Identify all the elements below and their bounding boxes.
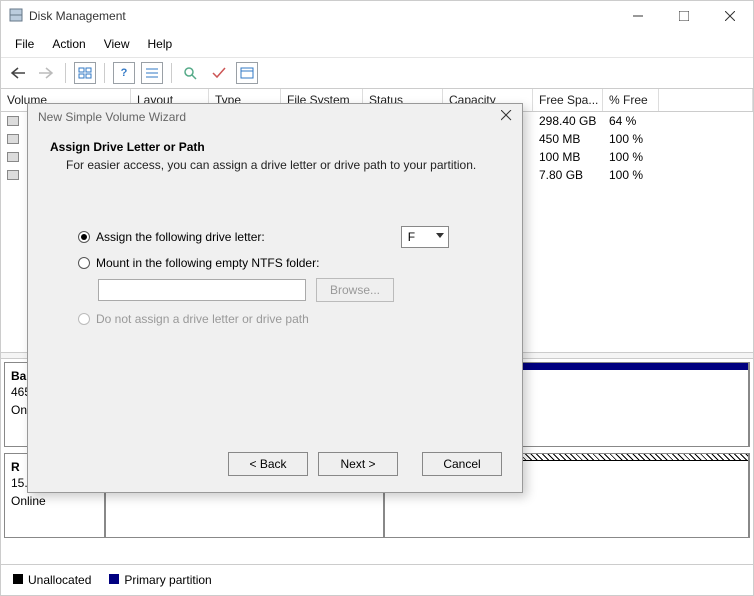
legend-unallocated: Unallocated	[13, 573, 91, 587]
dialog-header: Assign Drive Letter or Path For easier a…	[28, 130, 522, 186]
titlebar: Disk Management	[1, 1, 753, 31]
volume-icon	[7, 170, 19, 180]
dialog-heading: Assign Drive Letter or Path	[50, 140, 500, 154]
option-label: Mount in the following empty NTFS folder…	[96, 256, 319, 270]
new-simple-volume-wizard: New Simple Volume Wizard Assign Drive Le…	[27, 103, 523, 493]
separator	[65, 63, 66, 83]
col-pctfree[interactable]: % Free	[603, 89, 659, 111]
legend-primary: Primary partition	[109, 573, 211, 587]
menubar: File Action View Help	[1, 31, 753, 58]
dialog-body: Assign the following drive letter: F Mou…	[28, 186, 522, 440]
col-freespace[interactable]: Free Spa...	[533, 89, 603, 111]
dialog-titlebar: New Simple Volume Wizard	[28, 104, 522, 130]
dialog-buttons: < Back Next > Cancel	[28, 440, 522, 492]
window-title: Disk Management	[29, 9, 615, 23]
volume-icon	[7, 152, 19, 162]
col-spacer	[659, 89, 753, 111]
drive-letter-select[interactable]: F	[401, 226, 449, 248]
browse-button[interactable]: Browse...	[316, 278, 394, 302]
back-button[interactable]	[7, 62, 29, 84]
toolbar-grid-icon[interactable]	[74, 62, 96, 84]
volume-icon	[7, 116, 19, 126]
option-label: Do not assign a drive letter or drive pa…	[96, 312, 309, 326]
radio-icon	[78, 257, 90, 269]
toolbar-list-icon[interactable]	[141, 62, 163, 84]
option-label: Assign the following drive letter:	[96, 230, 265, 244]
disk-management-window: Disk Management File Action View Help ? …	[0, 0, 754, 596]
search-icon[interactable]	[180, 62, 202, 84]
radio-icon	[78, 231, 90, 243]
back-button[interactable]: < Back	[228, 452, 308, 476]
check-icon[interactable]	[208, 62, 230, 84]
volume-icon	[7, 134, 19, 144]
menu-help[interactable]: Help	[140, 33, 181, 55]
dialog-title: New Simple Volume Wizard	[38, 110, 501, 124]
toolbar: ?	[1, 58, 753, 89]
disk-status: Online	[11, 494, 98, 508]
forward-button[interactable]	[35, 62, 57, 84]
dialog-close-button[interactable]	[501, 110, 512, 124]
menu-action[interactable]: Action	[44, 33, 93, 55]
legend: Unallocated Primary partition	[1, 564, 753, 595]
dialog-subheading: For easier access, you can assign a driv…	[66, 158, 500, 172]
separator	[104, 63, 105, 83]
cancel-button[interactable]: Cancel	[422, 452, 502, 476]
menu-view[interactable]: View	[96, 33, 138, 55]
minimize-button[interactable]	[615, 1, 661, 31]
maximize-button[interactable]	[661, 1, 707, 31]
titlebar-icon	[9, 8, 23, 25]
option-assign-letter[interactable]: Assign the following drive letter: F	[78, 226, 486, 248]
separator	[171, 63, 172, 83]
chevron-down-icon	[436, 233, 444, 238]
toolbar-panel-icon[interactable]	[236, 62, 258, 84]
close-button[interactable]	[707, 1, 753, 31]
option-mount-folder[interactable]: Mount in the following empty NTFS folder…	[78, 256, 486, 270]
selected-drive-letter: F	[408, 230, 415, 244]
menu-file[interactable]: File	[7, 33, 42, 55]
option-no-letter: Do not assign a drive letter or drive pa…	[78, 312, 486, 326]
help-icon[interactable]: ?	[113, 62, 135, 84]
mount-folder-input[interactable]	[98, 279, 306, 301]
radio-icon	[78, 313, 90, 325]
next-button[interactable]: Next >	[318, 452, 398, 476]
